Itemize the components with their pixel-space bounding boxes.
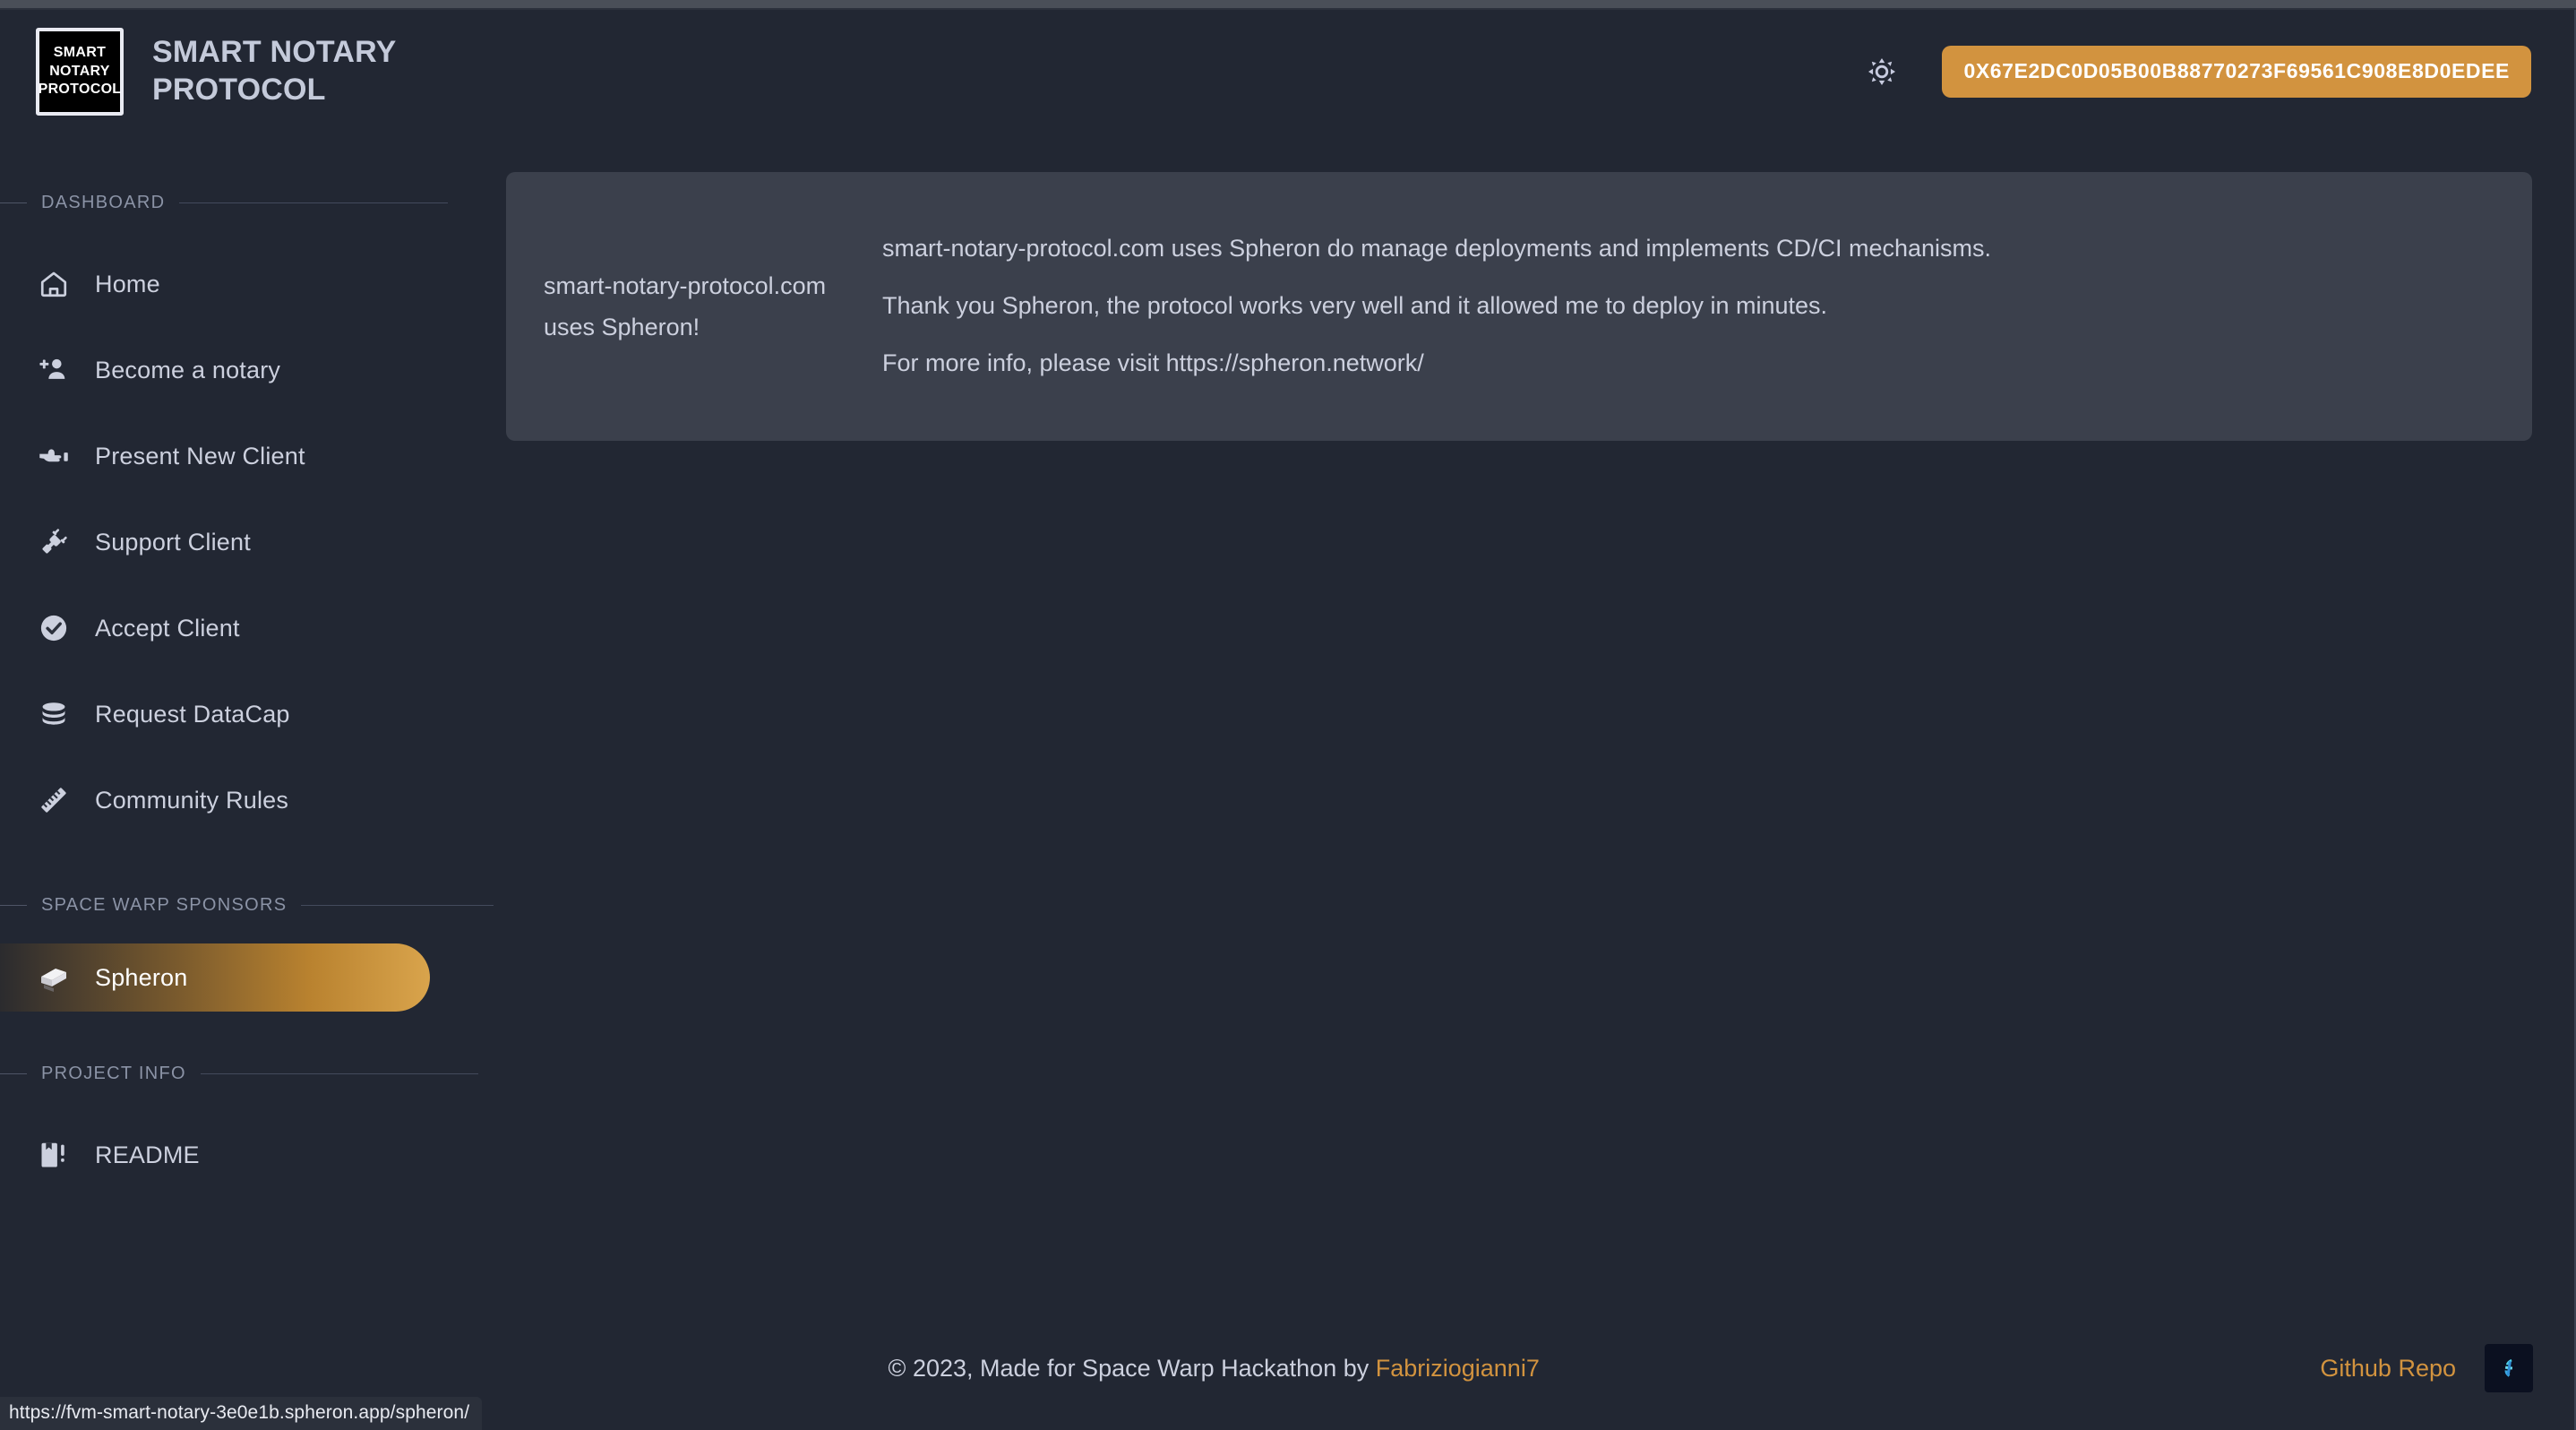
sidebar-section-sponsors: SPACE WARP SPONSORS Spheron xyxy=(0,893,502,1012)
main-content: smart-notary-protocol.com uses Spheron! … xyxy=(502,133,2572,1306)
brand[interactable]: SMART NOTARY PROTOCOL SMART NOTARY PROTO… xyxy=(36,27,448,116)
section-rule-left xyxy=(0,202,27,203)
card-paragraph: smart-notary-protocol.com uses Spheron d… xyxy=(882,235,1992,263)
sidebar-item-label: README xyxy=(95,1141,200,1168)
section-rule-left xyxy=(0,1072,27,1074)
app-title: SMART NOTARY PROTOCOL xyxy=(152,35,396,107)
sidebar-section-project-info-header: PROJECT INFO xyxy=(0,1062,502,1085)
app-logo: SMART NOTARY PROTOCOL xyxy=(36,27,124,116)
sidebar-nav-dashboard: Home Become a notary Present New Client … xyxy=(0,241,502,843)
sidebar-item-label: Present New Client xyxy=(95,442,305,469)
sidebar-nav-project-info: README xyxy=(0,1112,502,1198)
book-alert-icon xyxy=(36,1137,72,1173)
logo-line-3: PROTOCOL xyxy=(38,82,122,98)
section-rule-left xyxy=(0,904,27,906)
check-circle-icon xyxy=(36,610,72,646)
sidebar-item-label: Community Rules xyxy=(95,786,289,814)
sidebar-item-spheron[interactable]: Spheron xyxy=(0,943,430,1012)
sponsor-info-card: smart-notary-protocol.com uses Spheron! … xyxy=(506,172,2532,441)
app-header: SMART NOTARY PROTOCOL SMART NOTARY PROTO… xyxy=(0,10,2572,133)
database-stack-icon xyxy=(36,696,72,732)
card-body: smart-notary-protocol.com uses Spheron d… xyxy=(873,231,2532,382)
sidebar-item-label: Become a notary xyxy=(95,356,281,383)
plug-connect-icon xyxy=(36,524,72,560)
section-label: SPACE WARP SPONSORS xyxy=(41,894,288,915)
header-actions: 0X67E2DC0D05B00B88770273F69561C908E8D0ED… xyxy=(1861,45,2531,98)
sidebar-section-sponsors-header: SPACE WARP SPONSORS xyxy=(0,893,502,917)
sidebar-item-label: Support Client xyxy=(95,528,251,556)
footer-actions: Github Repo xyxy=(2320,1344,2533,1392)
sidebar-nav-sponsors: Spheron xyxy=(0,943,502,1012)
sidebar-item-accept-client[interactable]: Accept Client xyxy=(0,585,502,671)
browser-status-url: https://fvm-smart-notary-3e0e1b.spheron.… xyxy=(0,1397,483,1430)
card-paragraph: Thank you Spheron, the protocol works ve… xyxy=(882,292,1828,320)
home-icon xyxy=(36,266,72,302)
sidebar-item-label: Home xyxy=(95,270,160,297)
sidebar-section-project-info: PROJECT INFO README xyxy=(0,1062,502,1198)
section-rule-right xyxy=(179,202,449,203)
sidebar: DASHBOARD Home Become a notary Present N… xyxy=(0,133,502,1306)
section-rule-right xyxy=(301,904,494,906)
ruler-icon xyxy=(36,782,72,818)
footer-copyright: © 2023, Made for Space Warp Hackathon by… xyxy=(0,1355,2320,1383)
sidebar-item-support-client[interactable]: Support Client xyxy=(0,499,502,585)
sidebar-section-dashboard-header: DASHBOARD xyxy=(0,191,502,214)
sidebar-item-request-datacap[interactable]: Request DataCap xyxy=(0,671,502,757)
logo-line-1: SMART xyxy=(53,45,107,61)
section-rule-right xyxy=(200,1072,478,1074)
sidebar-item-readme[interactable]: README xyxy=(0,1112,502,1198)
github-repo-link[interactable]: Github Repo xyxy=(2320,1355,2456,1383)
brightness-sun-icon[interactable] xyxy=(1861,51,1902,92)
filecoin-logo-icon[interactable] xyxy=(2485,1344,2533,1392)
footer-author-link[interactable]: Fabriziogianni7 xyxy=(1376,1355,1540,1382)
sidebar-item-community-rules[interactable]: Community Rules xyxy=(0,757,502,843)
browser-chrome-strip xyxy=(0,0,2576,10)
sidebar-item-label: Spheron xyxy=(95,963,188,991)
page-root: SMART NOTARY PROTOCOL SMART NOTARY PROTO… xyxy=(0,10,2576,1430)
section-label: PROJECT INFO xyxy=(41,1063,186,1083)
spheron-logo-icon xyxy=(36,960,72,995)
pointing-hand-icon xyxy=(36,438,72,474)
sidebar-item-label: Accept Client xyxy=(95,614,240,642)
footer-copyright-text: © 2023, Made for Space Warp Hackathon by xyxy=(888,1354,1376,1382)
section-label: DASHBOARD xyxy=(41,192,166,212)
person-add-icon xyxy=(36,352,72,388)
sidebar-item-present-new-client[interactable]: Present New Client xyxy=(0,413,502,499)
sidebar-item-become-a-notary[interactable]: Become a notary xyxy=(0,327,502,413)
wallet-address-button[interactable]: 0X67E2DC0D05B00B88770273F69561C908E8D0ED… xyxy=(1942,45,2531,98)
card-paragraph: For more info, please visit https://sphe… xyxy=(882,349,1424,376)
card-heading: smart-notary-protocol.com uses Spheron! xyxy=(544,271,827,340)
sidebar-item-home[interactable]: Home xyxy=(0,241,502,327)
logo-line-2: NOTARY xyxy=(49,63,110,79)
sidebar-item-label: Request DataCap xyxy=(95,700,290,728)
